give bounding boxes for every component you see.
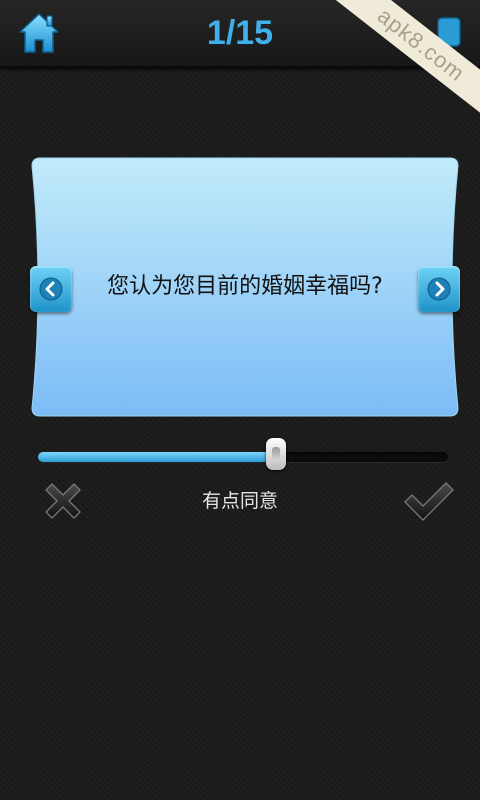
answer-label: 有点同意 xyxy=(201,490,278,512)
x-icon xyxy=(45,483,81,519)
question-text: 您认为您目前的婚姻幸福吗? xyxy=(107,274,383,299)
next-question-button[interactable] xyxy=(418,266,460,312)
reject-button[interactable] xyxy=(40,478,86,524)
agreement-slider[interactable] xyxy=(38,438,448,470)
check-icon xyxy=(404,482,454,521)
question-card: 您认为您目前的婚姻幸福吗? xyxy=(28,156,462,418)
previous-question-button[interactable] xyxy=(30,266,72,312)
slider-fill xyxy=(38,452,276,462)
chevron-left-icon xyxy=(39,277,63,301)
accept-button[interactable] xyxy=(402,478,456,524)
slider-thumb[interactable] xyxy=(265,438,286,470)
chevron-right-icon xyxy=(427,277,451,301)
